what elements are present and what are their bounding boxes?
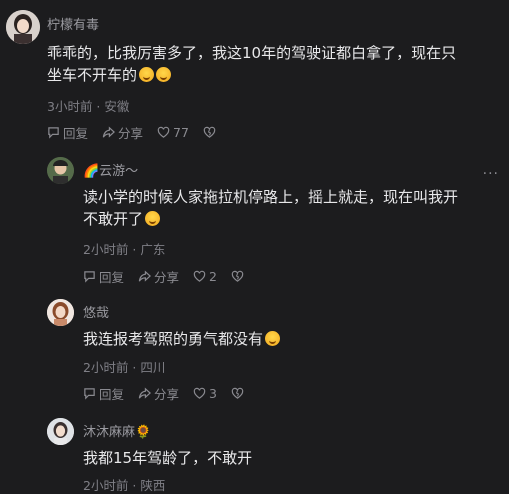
comment-username[interactable]: 悠哉: [83, 302, 109, 321]
comment-username[interactable]: 沐沐麻麻🌻: [83, 421, 151, 440]
comment-meta: 3小时前 · 安徽: [47, 99, 130, 114]
laughing-emoji-icon: [156, 67, 172, 82]
avatar[interactable]: [47, 299, 74, 326]
comment-actions: 回复 分享 77: [47, 123, 233, 142]
comment-text: 读小学的时候人家拖拉机停路上，摇上就走，现在叫我开 不敢开了: [83, 186, 503, 230]
share-icon: [138, 387, 151, 399]
heart-icon: [193, 387, 206, 399]
like-count: 3: [209, 386, 217, 401]
comment-meta: 2小时前 · 四川: [83, 360, 166, 375]
avatar[interactable]: [47, 418, 74, 445]
dislike-button[interactable]: [231, 387, 247, 400]
share-icon: [138, 270, 151, 282]
comment-meta: 2小时前 · 广东: [83, 242, 166, 257]
share-label: 分享: [154, 270, 180, 285]
like-button[interactable]: 2: [193, 269, 217, 284]
comment-text-segment: 我连报考驾照的勇气都没有: [83, 330, 264, 348]
share-label: 分享: [154, 387, 180, 402]
comment-text: 我都15年驾龄了，不敢开: [83, 449, 253, 467]
comment-meta: 2小时前 · 陕西: [83, 478, 166, 493]
share-icon: [102, 126, 115, 138]
comment-text-line: 乖乖的，比我厉害多了，我这10年的驾驶证都白拿了，现在只: [47, 44, 457, 62]
reply-button[interactable]: 回复: [83, 267, 124, 286]
comment-username[interactable]: 🌈云游～: [83, 160, 138, 179]
reply-label: 回复: [99, 270, 125, 285]
comment-text-line: 读小学的时候人家拖拉机停路上，摇上就走，现在叫我开: [83, 188, 459, 206]
comment-text-line: 坐车不开车的: [47, 64, 502, 86]
avatar[interactable]: [6, 10, 40, 44]
laughing-emoji-icon: [265, 331, 281, 346]
comment-text-line: 不敢开了: [83, 208, 503, 230]
like-count: 2: [209, 269, 217, 284]
comment-text-line: 我连报考驾照的勇气都没有: [83, 328, 503, 350]
share-button[interactable]: 分享: [138, 384, 179, 403]
dislike-button[interactable]: [231, 270, 247, 283]
broken-heart-icon: [231, 270, 244, 282]
broken-heart-icon: [231, 387, 244, 399]
share-button[interactable]: 分享: [138, 267, 179, 286]
comment-actions: 回复 分享 3: [83, 384, 261, 403]
comment-text-segment: 坐车不开车的: [47, 66, 138, 84]
like-button[interactable]: 3: [193, 386, 217, 401]
reply-label: 回复: [63, 126, 89, 141]
heart-icon: [193, 270, 206, 282]
reply-icon: [84, 388, 95, 400]
broken-heart-icon: [203, 126, 216, 138]
comment-text: 我连报考驾照的勇气都没有: [83, 328, 503, 350]
laughing-emoji-icon: [139, 67, 155, 82]
avatar[interactable]: [47, 157, 74, 184]
reply-label: 回复: [99, 387, 125, 402]
comment-username[interactable]: 柠檬有毒: [47, 14, 99, 33]
reply-button[interactable]: 回复: [83, 384, 124, 403]
like-button[interactable]: 77: [157, 125, 189, 140]
like-count: 77: [173, 125, 189, 140]
share-button[interactable]: 分享: [102, 123, 143, 142]
comment-text: 乖乖的，比我厉害多了，我这10年的驾驶证都白拿了，现在只 坐车不开车的: [47, 42, 502, 86]
dislike-button[interactable]: [203, 126, 219, 139]
comment-text-segment: 不敢开了: [83, 210, 144, 228]
grinning-emoji-icon: [145, 211, 161, 226]
reply-icon: [48, 127, 59, 139]
reply-icon: [84, 271, 95, 283]
share-label: 分享: [118, 126, 144, 141]
reply-button[interactable]: 回复: [47, 123, 88, 142]
comment-actions: 回复 分享 2: [83, 267, 261, 286]
heart-icon: [157, 126, 170, 138]
more-options-button[interactable]: ···: [483, 166, 499, 182]
